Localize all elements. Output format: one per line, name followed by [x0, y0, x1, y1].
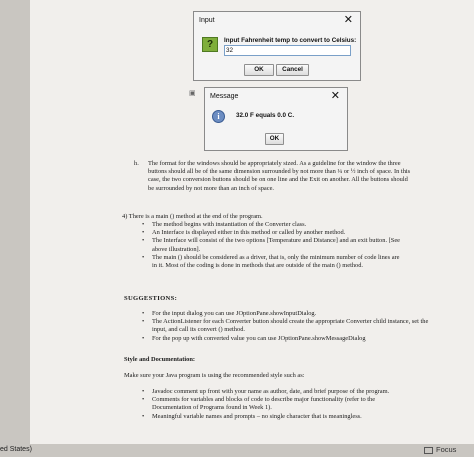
list-item: For the input dialog you can use JOption…: [142, 310, 432, 318]
item-label-h: h.: [134, 160, 139, 167]
ok-button[interactable]: OK: [244, 64, 274, 76]
paragraph-h: The format for the windows should be app…: [148, 160, 414, 193]
section-4-text: 4) There is a main () method at the end …: [122, 213, 263, 220]
section-4-heading: 4) There is a main () method at the end …: [122, 213, 263, 221]
info-icon: i: [212, 110, 225, 123]
ok-button[interactable]: OK: [265, 133, 284, 145]
style-heading: Style and Documentation:: [124, 356, 196, 363]
list-item: For the pop up with converted value you …: [142, 335, 432, 343]
list-item: Comments for variables and blocks of cod…: [142, 396, 404, 412]
message-text: 32.0 F equals 0.0 C.: [236, 112, 295, 119]
input-dialog-title: Input: [199, 17, 215, 24]
suggestions-heading: SUGGESTIONS:: [124, 295, 178, 302]
list-item: The Interface will consist of the two op…: [142, 237, 404, 253]
list-item: An Interface is displayed either in this…: [142, 229, 404, 237]
cancel-button[interactable]: Cancel: [276, 64, 309, 76]
input-dialog: Input ✕ ? Input Fahrenheit temp to conve…: [193, 11, 361, 81]
style-list: Javadoc comment up front with your name …: [142, 388, 404, 421]
close-icon[interactable]: ✕: [344, 15, 353, 26]
focus-label: Focus: [436, 445, 457, 454]
language-status: ed States): [0, 446, 32, 453]
close-icon[interactable]: ✕: [331, 91, 340, 102]
list-item: Meaningful variable names and prompts – …: [142, 413, 404, 421]
focus-button[interactable]: Focus: [424, 445, 456, 454]
message-dialog-title: Message: [210, 93, 239, 100]
message-dialog: Message ✕ i 32.0 F equals 0.0 C. OK: [204, 87, 348, 151]
style-intro: Make sure your Java program is using the…: [124, 372, 305, 379]
suggestions-list: For the input dialog you can use JOption…: [142, 310, 432, 343]
document-page: Input ✕ ? Input Fahrenheit temp to conve…: [30, 0, 474, 444]
list-item: The main () should be considered as a dr…: [142, 254, 404, 270]
list-item: The ActionListener for each Converter bu…: [142, 318, 432, 334]
question-icon: ?: [202, 37, 218, 52]
section-4-list: The method begins with instantiation of …: [142, 221, 404, 270]
list-item: The method begins with instantiation of …: [142, 221, 404, 229]
input-prompt: Input Fahrenheit temp to convert to Cels…: [224, 37, 357, 44]
fahrenheit-input[interactable]: 32: [224, 45, 351, 56]
focus-icon: [424, 446, 433, 454]
paragraph-h-text: The format for the windows should be app…: [148, 160, 411, 192]
window-fragment-icon: ▣: [189, 90, 196, 97]
list-item: Javadoc comment up front with your name …: [142, 388, 404, 396]
